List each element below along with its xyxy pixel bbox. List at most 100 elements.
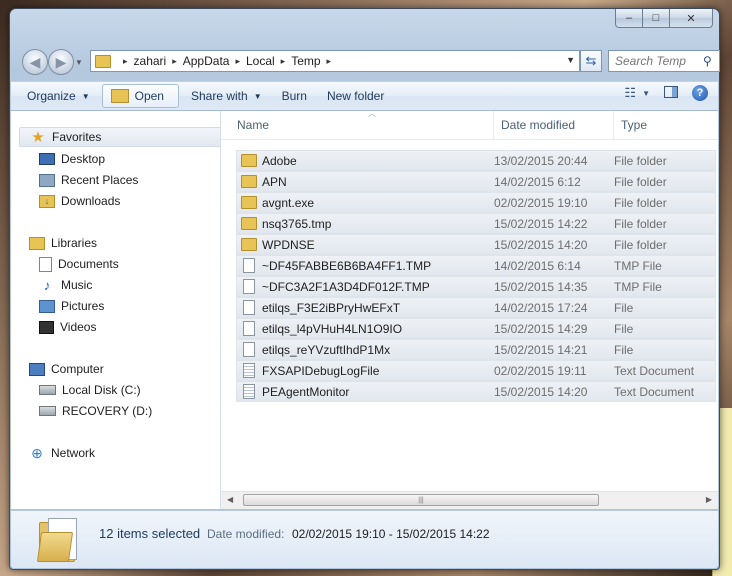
table-row[interactable]: etilqs_F3E2iBPryHwEFxT 14/02/2015 17:24 Fi… <box>236 297 716 318</box>
scroll-left-icon[interactable]: ◀ <box>227 495 233 504</box>
file-name: etilqs_reYVzuftIhdP1Mx <box>262 342 391 357</box>
nav-favorites-label: Favorites <box>52 130 102 144</box>
new-folder-button[interactable]: New folder <box>319 85 392 107</box>
breadcrumb-separator-icon[interactable]: ▸ <box>327 56 332 67</box>
maximize-button[interactable]: □ <box>643 9 670 28</box>
nav-recovery-label: RECOVERY (D:) <box>62 404 153 418</box>
breadcrumb-separator-icon[interactable]: ▸ <box>281 56 286 67</box>
breadcrumb-item[interactable]: Temp <box>291 54 320 68</box>
desktop-icon <box>39 153 55 165</box>
address-dropdown-icon[interactable]: ▼ <box>566 55 575 65</box>
command-bar: Organize ▼ Open Share with ▼ Burn New fold… <box>11 81 718 111</box>
view-dropdown-icon[interactable]: ▼ <box>642 89 650 98</box>
help-button[interactable]: ? <box>692 85 708 101</box>
horizontal-scrollbar[interactable]: ◀ ||| ▶ <box>221 491 718 509</box>
file-type: File folder <box>614 174 667 189</box>
column-header-name[interactable]: ︿ Name <box>230 111 493 139</box>
nav-recent-places[interactable]: Recent Places <box>11 170 220 190</box>
nav-recovery[interactable]: RECOVERY (D:) <box>11 401 220 421</box>
table-row[interactable]: etilqs_reYVzuftIhdP1Mx 15/02/2015 14:21 Fi… <box>236 339 716 360</box>
chevron-down-icon: ▼ <box>81 91 90 101</box>
nav-videos[interactable]: Videos <box>11 317 220 337</box>
open-button[interactable]: Open <box>101 84 179 108</box>
file-date-modified: 15/02/2015 14:22 <box>494 216 588 231</box>
search-input[interactable] <box>609 53 703 69</box>
table-row[interactable]: nsq3765.tmp 15/02/2015 14:22 File folder <box>236 213 716 234</box>
table-row[interactable]: FXSAPIDebugLogFile 02/02/2015 19:11 Text D… <box>236 360 716 381</box>
address-bar[interactable]: ▸ zahari ▸ AppData ▸ Local ▸ Temp ▸ ▼ <box>90 50 580 72</box>
folder-icon <box>241 175 257 188</box>
table-row[interactable]: avgnt.exe 02/02/2015 19:10 File folder <box>236 192 716 213</box>
breadcrumb-separator-icon[interactable]: ▸ <box>235 56 240 67</box>
scroll-right-icon[interactable]: ▶ <box>706 495 712 504</box>
navigation-pane: ★ Favorites Desktop Recent Places ↓ Down… <box>11 111 221 509</box>
search-box[interactable]: ⚲ <box>608 50 720 72</box>
share-with-label: Share with <box>190 89 248 103</box>
file-type: TMP File <box>614 279 662 294</box>
column-header-date-modified[interactable]: Date modified <box>493 111 613 139</box>
folder-icon <box>241 196 257 209</box>
close-button[interactable]: ✕ <box>670 9 713 28</box>
history-buttons: ◀ ▶ ▼ <box>20 49 84 75</box>
nav-favorites[interactable]: ★ Favorites <box>19 127 220 147</box>
search-icon[interactable]: ⚲ <box>703 54 712 68</box>
organize-button[interactable]: Organize ▼ <box>19 85 98 107</box>
nav-desktop[interactable]: Desktop <box>11 149 220 169</box>
share-with-button[interactable]: Share with ▼ <box>183 85 270 107</box>
file-date-modified: 13/02/2015 20:44 <box>494 153 588 168</box>
nav-documents[interactable]: Documents <box>11 254 220 274</box>
breadcrumb-separator-icon[interactable]: ▸ <box>172 56 177 67</box>
minimize-button[interactable]: – <box>615 9 643 28</box>
file-type: File folder <box>614 153 667 168</box>
table-row[interactable]: etilqs_l4pVHuH4LN1O9IO 15/02/2015 14:29 Fi… <box>236 318 716 339</box>
table-row[interactable]: ~DFC3A2F1A3D4DF012F.TMP 15/02/2015 14:35 T… <box>236 276 716 297</box>
burn-button[interactable]: Burn <box>274 85 315 107</box>
file-name: ~DFC3A2F1A3D4DF012F.TMP <box>262 279 430 294</box>
open-folder-icon <box>110 89 129 103</box>
file-type: TMP File <box>614 258 662 273</box>
date-modified-label: Date modified: <box>207 527 285 541</box>
breadcrumb-item[interactable]: AppData <box>183 54 230 68</box>
file-name: WPDNSE <box>262 237 315 252</box>
refresh-button[interactable]: ⇆ <box>580 50 602 72</box>
file-icon <box>243 342 255 357</box>
column-header-type[interactable]: Type <box>613 111 718 139</box>
nav-network[interactable]: ⊕ Network <box>11 443 220 463</box>
table-row[interactable]: Adobe 13/02/2015 20:44 File folder <box>236 150 716 171</box>
breadcrumb-item[interactable]: zahari <box>134 54 167 68</box>
file-icon <box>243 279 255 294</box>
nav-libraries-label: Libraries <box>51 236 98 250</box>
nav-desktop-label: Desktop <box>61 152 106 166</box>
nav-pictures[interactable]: Pictures <box>11 296 220 316</box>
scrollbar-thumb[interactable]: ||| <box>243 494 599 506</box>
navigation-row: ◀ ▶ ▼ ▸ zahari ▸ AppData ▸ Local ▸ Temp ▸ ▼ ⇆ ⚲ <box>20 49 720 75</box>
column-type-label: Type <box>621 118 648 132</box>
nav-libraries[interactable]: Libraries <box>11 233 220 253</box>
file-date-modified: 14/02/2015 17:24 <box>494 300 588 315</box>
burn-label: Burn <box>281 89 307 103</box>
forward-button[interactable]: ▶ <box>48 49 74 75</box>
breadcrumb-separator-icon[interactable]: ▸ <box>123 56 128 67</box>
nav-computer[interactable]: Computer <box>11 359 220 379</box>
table-row[interactable]: ~DF45FABBE6B6BA4FF1.TMP 14/02/2015 6:14 TM… <box>236 255 716 276</box>
back-button[interactable]: ◀ <box>22 49 48 75</box>
nav-pictures-label: Pictures <box>61 299 105 313</box>
nav-music[interactable]: ♪ Music <box>11 275 220 295</box>
file-name: PEAgentMonitor <box>262 384 350 399</box>
nav-videos-label: Videos <box>60 320 97 334</box>
videos-icon <box>39 320 54 334</box>
table-row[interactable]: APN 14/02/2015 6:12 File folder <box>236 171 716 192</box>
recent-pages-dropdown[interactable]: ▼ <box>75 58 83 67</box>
breadcrumb-item[interactable]: Local <box>246 54 275 68</box>
computer-icon <box>29 362 45 376</box>
table-row[interactable]: WPDNSE 15/02/2015 14:20 File folder <box>236 234 716 255</box>
nav-downloads[interactable]: ↓ Downloads <box>11 191 220 211</box>
nav-local-disk[interactable]: Local Disk (C:) <box>11 380 220 400</box>
folder-icon <box>95 54 111 68</box>
table-row[interactable]: PEAgentMonitor 15/02/2015 14:20 Text Docum… <box>236 381 716 402</box>
selection-count: 12 items selected <box>99 526 201 541</box>
column-headers: ︿ Name Date modified Type <box>221 111 718 140</box>
text-document-icon <box>243 384 255 399</box>
change-view-icon[interactable]: ☷ <box>624 85 636 101</box>
preview-pane-button[interactable] <box>664 85 678 101</box>
